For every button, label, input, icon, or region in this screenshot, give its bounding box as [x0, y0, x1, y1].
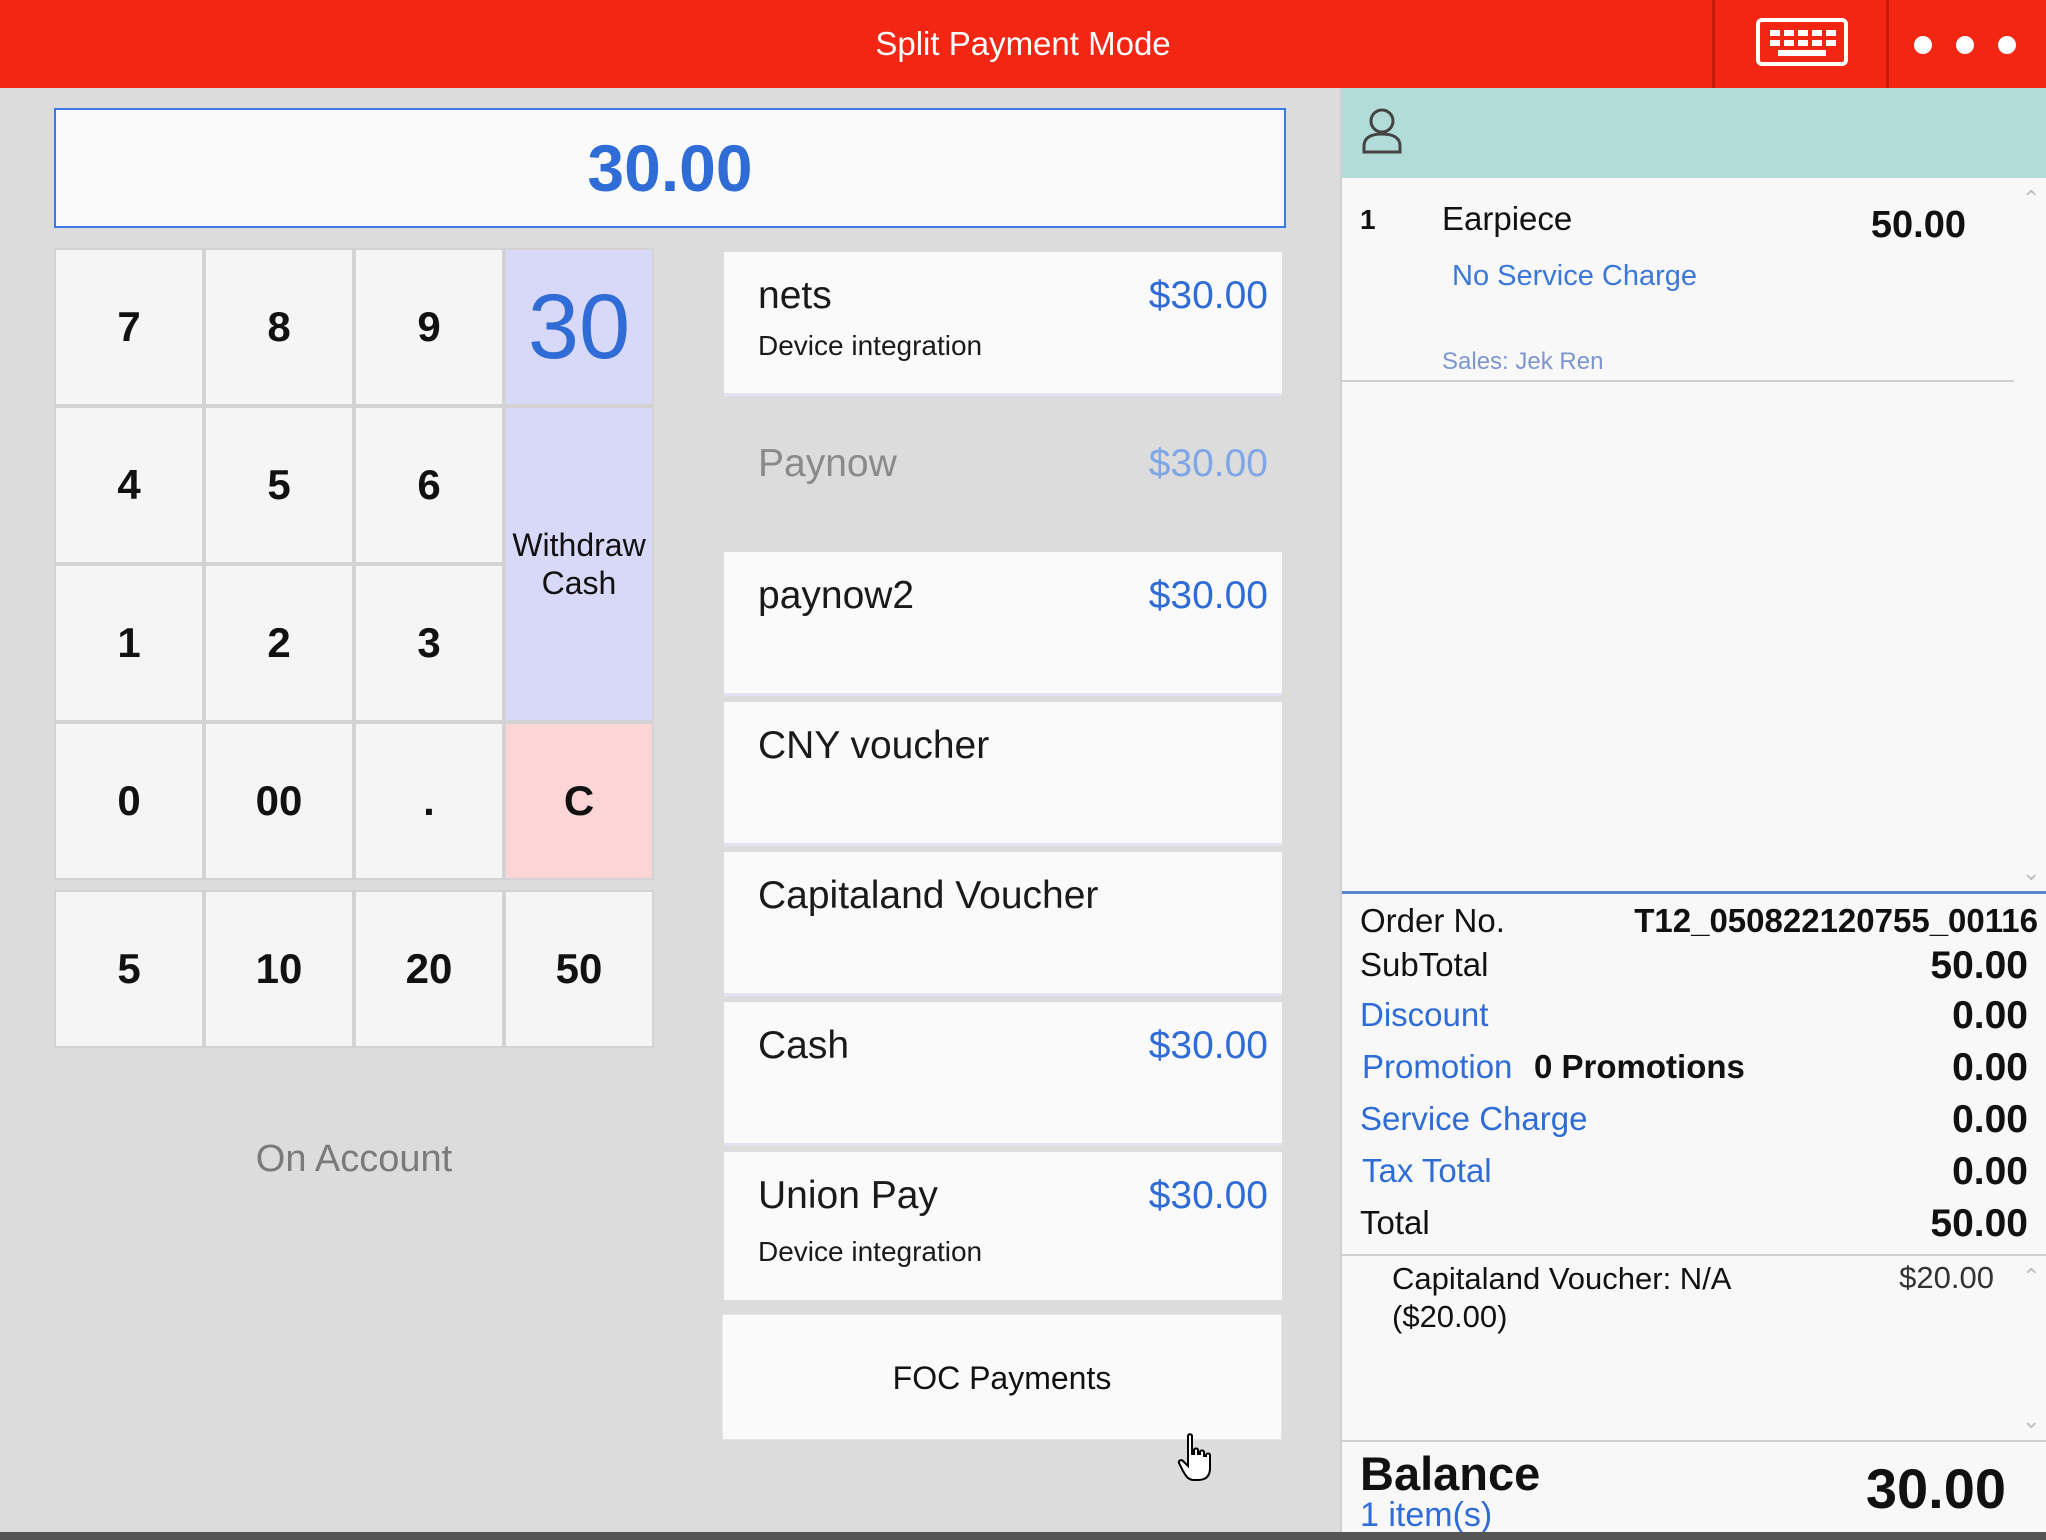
- withdraw-cash-button[interactable]: Withdraw Cash: [504, 406, 654, 722]
- keyboard-button[interactable]: [1716, 0, 1886, 88]
- payment-method-cny-voucher[interactable]: CNY voucher: [724, 702, 1282, 846]
- payment-method-nets[interactable]: nets $30.00 Device integration: [724, 252, 1282, 396]
- quick-amount-10[interactable]: 10: [204, 890, 354, 1048]
- header-divider: [1886, 0, 1889, 88]
- foc-payments-button[interactable]: FOC Payments: [722, 1314, 1282, 1440]
- payment-method-name: Cash: [758, 1024, 850, 1067]
- keypad-5[interactable]: 5: [204, 406, 354, 564]
- order-panel: 1 Earpiece 50.00 No Service Charge Sales…: [1340, 88, 2046, 1540]
- scroll-up-icon[interactable]: ⌃: [2022, 186, 2040, 212]
- payment-method-subtitle: Device integration: [758, 1236, 983, 1267]
- clear-button[interactable]: C: [504, 722, 654, 880]
- bottom-border: [0, 1532, 2046, 1540]
- payment-method-subtitle: Device integration: [758, 330, 983, 361]
- on-account-button[interactable]: On Account: [54, 1116, 654, 1202]
- item-service-charge: No Service Charge: [1452, 260, 1697, 292]
- divider: [1342, 1254, 2046, 1256]
- total-label: Total: [1360, 1204, 1430, 1241]
- keyboard-icon: [1756, 18, 1848, 66]
- balance-label: Balance: [1360, 1447, 1541, 1500]
- payment-method-amount: $30.00: [1148, 574, 1268, 617]
- quick-amount-20[interactable]: 20: [354, 890, 504, 1048]
- promotion-link[interactable]: Promotion: [1362, 1048, 1512, 1086]
- promotion-value: 0.00: [1952, 1046, 2028, 1089]
- divider: [1342, 380, 2014, 382]
- service-charge-value: 0.00: [1952, 1098, 2028, 1141]
- payment-method-paynow: Paynow $30.00: [724, 420, 1282, 564]
- preset-amount-button[interactable]: 30: [504, 248, 654, 406]
- person-icon[interactable]: [1360, 106, 1404, 156]
- header-divider: [1712, 0, 1715, 88]
- keypad-9[interactable]: 9: [354, 248, 504, 406]
- tax-total-link[interactable]: Tax Total: [1362, 1152, 1492, 1190]
- quick-amount-50[interactable]: 50: [504, 890, 654, 1048]
- promotion-count: 0 Promotions: [1534, 1048, 1745, 1085]
- keypad-1[interactable]: 1: [54, 564, 204, 722]
- payment-method-amount: $30.00: [1148, 442, 1268, 485]
- keypad-8[interactable]: 8: [204, 248, 354, 406]
- payment-method-capitaland-voucher[interactable]: Capitaland Voucher: [724, 852, 1282, 996]
- discount-link[interactable]: Discount: [1360, 996, 1488, 1034]
- keypad-7[interactable]: 7: [54, 248, 204, 406]
- more-horizontal-icon: [1914, 36, 1932, 54]
- top-bar: Split Payment Mode: [0, 0, 2046, 88]
- scroll-down-icon[interactable]: ⌄: [2022, 1408, 2040, 1434]
- subtotal-label: SubTotal: [1360, 946, 1489, 983]
- order-no-label: Order No.: [1360, 902, 1505, 939]
- customer-bar[interactable]: [1342, 88, 2046, 178]
- order-number: T12_050822120755_00116: [1634, 902, 2038, 939]
- discount-value: 0.00: [1952, 994, 2028, 1037]
- scroll-up-icon[interactable]: ⌃: [2022, 1264, 2040, 1290]
- keypad-0[interactable]: 0: [54, 722, 204, 880]
- amount-input[interactable]: 30.00: [54, 108, 1286, 228]
- more-options-button[interactable]: [1890, 0, 2046, 88]
- balance-value: 30.00: [1865, 1457, 2006, 1520]
- keypad-6[interactable]: 6: [354, 406, 504, 564]
- payment-method-name: nets: [758, 274, 832, 317]
- payment-method-name: Capitaland Voucher: [758, 874, 1099, 917]
- keypad-decimal[interactable]: .: [354, 722, 504, 880]
- quick-amount-5[interactable]: 5: [54, 890, 204, 1048]
- keypad-3[interactable]: 3: [354, 564, 504, 722]
- hand-cursor-icon: [1177, 1433, 1211, 1481]
- applied-payment-name: Capitaland Voucher: N/A ($20.00): [1392, 1261, 1730, 1334]
- service-charge-link[interactable]: Service Charge: [1360, 1100, 1587, 1138]
- payment-method-union-pay[interactable]: Union Pay $30.00 Device integration: [724, 1152, 1282, 1300]
- divider: [1342, 891, 2046, 894]
- total-value: 50.00: [1930, 1202, 2028, 1245]
- keypad-2[interactable]: 2: [204, 564, 354, 722]
- item-index: 1: [1360, 204, 1376, 235]
- scroll-down-icon[interactable]: ⌄: [2022, 860, 2040, 886]
- payment-method-cash[interactable]: Cash $30.00: [724, 1002, 1282, 1146]
- payment-method-name: CNY voucher: [758, 724, 990, 767]
- more-horizontal-icon: [1956, 36, 1974, 54]
- more-horizontal-icon: [1998, 36, 2016, 54]
- payment-method-paynow2[interactable]: paynow2 $30.00: [724, 552, 1282, 696]
- tax-total-value: 0.00: [1952, 1150, 2028, 1193]
- payment-method-name: Union Pay: [758, 1174, 938, 1217]
- payment-method-amount: $30.00: [1148, 274, 1268, 317]
- item-name: Earpiece: [1442, 200, 1573, 237]
- item-salesperson: Sales: Jek Ren: [1442, 348, 1604, 375]
- payment-method-amount: $30.00: [1148, 1174, 1268, 1217]
- item-price: 50.00: [1870, 204, 1966, 246]
- keypad-4[interactable]: 4: [54, 406, 204, 564]
- applied-payment-amount: $20.00: [1899, 1260, 1994, 1295]
- keypad-00[interactable]: 00: [204, 722, 354, 880]
- payment-method-name: paynow2: [758, 574, 915, 617]
- payment-method-amount: $30.00: [1148, 1024, 1268, 1067]
- subtotal-value: 50.00: [1930, 944, 2028, 987]
- payment-method-name: Paynow: [758, 442, 897, 485]
- divider: [1342, 1440, 2046, 1442]
- items-count: 1 item(s): [1360, 1496, 1493, 1534]
